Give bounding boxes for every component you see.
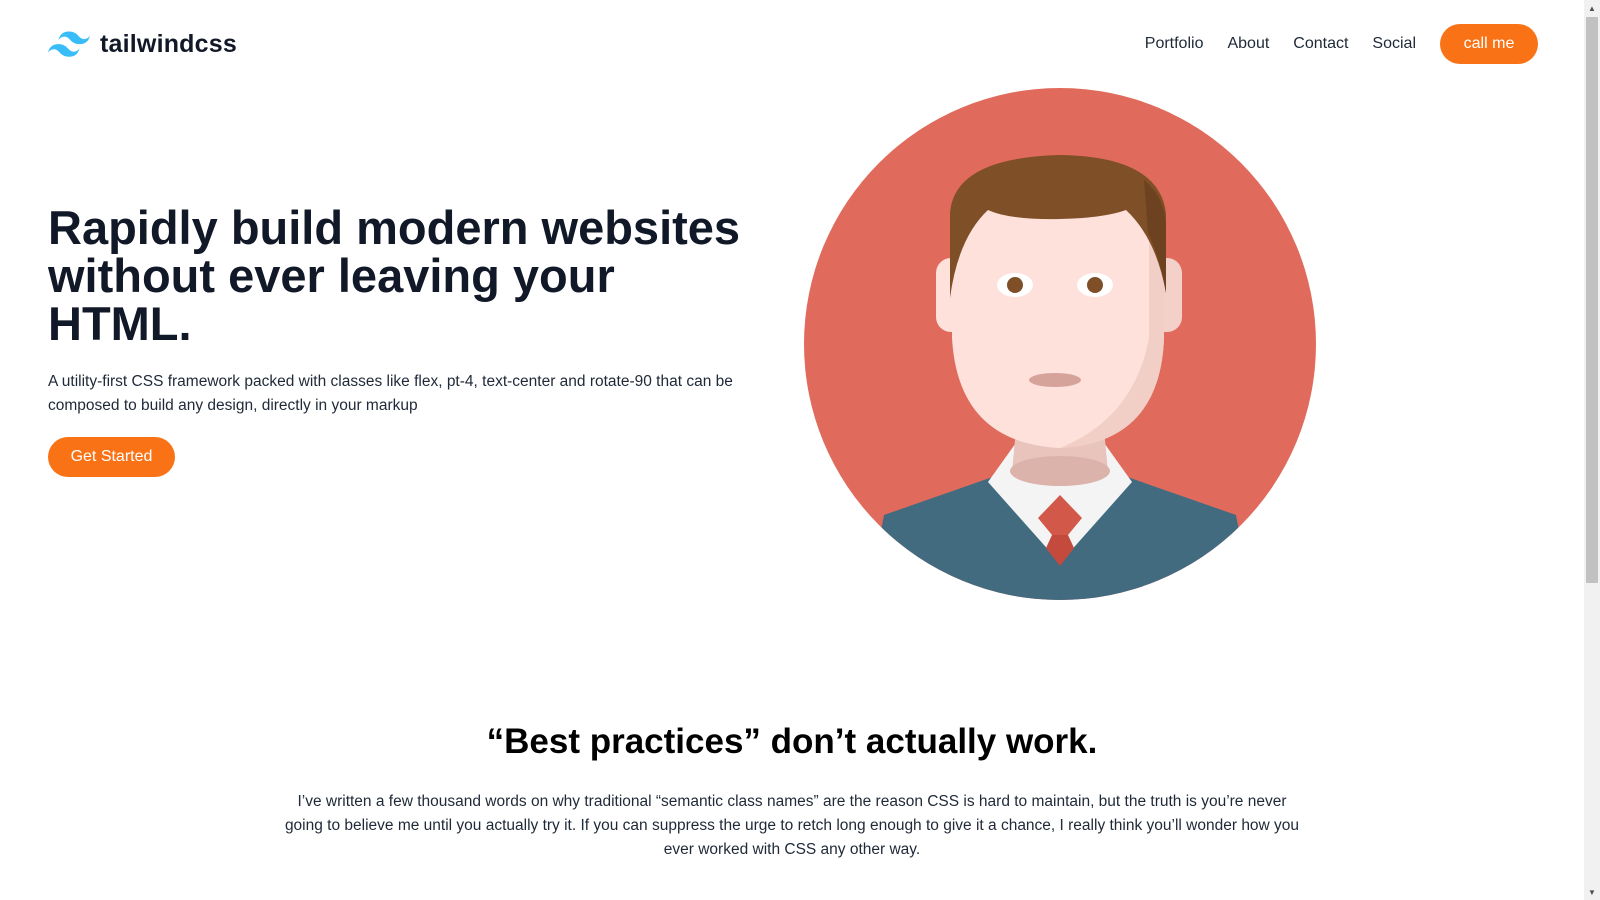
scrollbar-thumb[interactable] xyxy=(1586,17,1598,583)
nav-link-social[interactable]: Social xyxy=(1372,35,1416,53)
hero-title: Rapidly build modern websites without ev… xyxy=(48,201,741,350)
page: tailwindcss Portfolio About Contact Soci… xyxy=(0,0,1584,900)
brand-name: tailwindcss xyxy=(100,29,237,58)
site-header: tailwindcss Portfolio About Contact Soci… xyxy=(48,20,1538,68)
section-text: I’ve written a few thousand words on why… xyxy=(284,793,1300,858)
best-practices-section: “Best practices” don’t actually work. I’… xyxy=(0,722,1584,862)
call-me-button[interactable]: call me xyxy=(1440,24,1538,64)
vertical-scrollbar[interactable]: ▲ ▼ xyxy=(1584,0,1600,900)
businessman-avatar-illustration xyxy=(804,88,1316,600)
main-nav: Portfolio About Contact Social call me xyxy=(1145,24,1538,64)
tailwind-logo-icon xyxy=(48,31,90,57)
hero-content: Rapidly build modern websites without ev… xyxy=(48,204,768,477)
nav-link-about[interactable]: About xyxy=(1227,35,1269,53)
scroll-up-arrow-icon[interactable]: ▲ xyxy=(1584,0,1600,16)
scroll-down-arrow-icon[interactable]: ▼ xyxy=(1584,884,1600,900)
section-title: “Best practices” don’t actually work. xyxy=(486,722,1098,761)
get-started-button[interactable]: Get Started xyxy=(48,437,175,477)
brand[interactable]: tailwindcss xyxy=(48,30,237,59)
nav-link-contact[interactable]: Contact xyxy=(1293,35,1348,53)
hero-description: A utility-first CSS framework packed wit… xyxy=(48,373,733,414)
nav-link-portfolio[interactable]: Portfolio xyxy=(1145,35,1204,53)
